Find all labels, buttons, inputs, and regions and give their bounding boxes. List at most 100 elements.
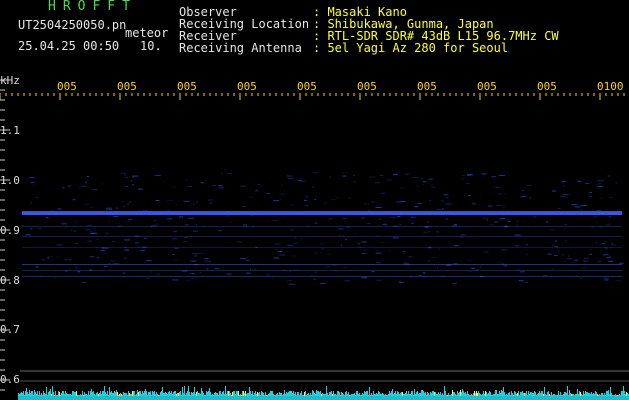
noise-floor-spike <box>412 391 413 396</box>
noise-speck <box>376 268 379 270</box>
noise-speck <box>599 226 603 228</box>
noise-speck <box>519 271 525 273</box>
noise-floor-spike <box>111 391 112 396</box>
noise-speck <box>499 261 502 263</box>
noise-floor-spike <box>26 388 27 396</box>
noise-floor-spike <box>546 395 547 396</box>
noise-speck <box>480 266 482 268</box>
noise-floor-spike <box>435 392 436 396</box>
noise-floor-spike <box>135 395 136 396</box>
noise-floor-spike <box>304 392 305 396</box>
faint-line <box>22 276 622 277</box>
noise-speck <box>185 179 187 181</box>
noise-speck <box>596 242 598 244</box>
noise-floor-spike <box>493 394 494 396</box>
noise-speck <box>429 199 431 201</box>
noise-floor-spike <box>312 390 313 396</box>
noise-floor-spike <box>371 393 372 396</box>
noise-speck <box>546 221 549 223</box>
noise-speck <box>124 174 126 176</box>
noise-speck <box>417 203 423 205</box>
noise-speck <box>448 209 450 211</box>
noise-speck <box>146 231 153 233</box>
noise-speck <box>78 186 80 188</box>
noise-speck <box>399 280 402 282</box>
noise-floor-spike <box>403 394 404 396</box>
noise-speck <box>362 217 365 219</box>
noise-floor-spike <box>461 392 462 396</box>
noise-speck <box>551 245 555 247</box>
noise-floor-spike <box>593 393 594 396</box>
noise-speck <box>611 244 617 246</box>
noise-speck <box>282 269 288 271</box>
noise-speck <box>504 193 506 195</box>
noise-floor-spike <box>141 394 142 396</box>
noise-speck <box>408 256 413 258</box>
noise-floor-spike <box>169 391 170 396</box>
noise-floor-spike <box>94 394 95 396</box>
noise-speck <box>386 179 393 181</box>
noise-speck <box>87 224 93 226</box>
noise-speck <box>83 203 90 205</box>
noise-floor-spike <box>535 392 536 396</box>
noise-floor-spike <box>570 393 571 396</box>
noise-floor-spike <box>39 391 40 396</box>
noise-speck <box>606 256 612 258</box>
noise-speck <box>134 242 139 244</box>
noise-floor-spike <box>242 391 243 396</box>
noise-speck <box>91 189 98 191</box>
noise-speck <box>571 204 578 206</box>
noise-speck <box>431 257 438 259</box>
noise-floor-spike <box>178 393 179 396</box>
noise-speck <box>175 204 177 206</box>
noise-floor-spike <box>183 393 184 396</box>
noise-speck <box>254 268 257 270</box>
noise-speck <box>443 194 449 196</box>
noise-speck <box>250 214 255 216</box>
noise-floor-spike <box>216 393 217 396</box>
noise-speck <box>294 269 301 271</box>
noise-speck <box>424 226 431 228</box>
noise-speck <box>547 253 552 255</box>
noise-speck <box>155 273 161 275</box>
noise-speck <box>97 238 99 240</box>
noise-speck <box>125 176 129 178</box>
noise-floor-spike <box>64 394 65 396</box>
noise-floor-spike <box>82 391 83 396</box>
noise-speck <box>283 216 285 218</box>
noise-speck <box>328 218 333 220</box>
noise-speck <box>563 260 567 262</box>
noise-floor-spike <box>437 394 438 396</box>
noise-floor-spike <box>23 391 24 396</box>
noise-speck <box>555 246 559 248</box>
noise-floor-spike <box>620 395 621 396</box>
noise-speck <box>174 247 179 249</box>
noise-floor-spike <box>526 391 527 396</box>
noise-floor-spike <box>330 392 331 396</box>
noise-floor-spike <box>386 395 387 396</box>
noise-floor-spike <box>139 391 140 396</box>
noise-speck <box>526 254 528 256</box>
noise-floor-spike <box>170 393 171 396</box>
noise-floor-spike <box>84 392 85 396</box>
noise-speck <box>144 237 148 239</box>
noise-floor-spike <box>261 391 262 396</box>
noise-floor-spike <box>59 392 60 396</box>
noise-floor-spike <box>588 393 589 396</box>
noise-speck <box>218 185 224 187</box>
noise-speck <box>364 249 366 251</box>
noise-floor-spike <box>346 391 347 396</box>
noise-floor-spike <box>341 392 342 396</box>
noise-floor-spike <box>215 392 216 396</box>
noise-speck <box>342 217 347 219</box>
noise-floor-spike <box>270 391 271 396</box>
noise-speck <box>339 234 342 236</box>
noise-floor-spike <box>545 394 546 396</box>
noise-floor-spike <box>284 390 285 396</box>
noise-floor-spike <box>537 394 538 396</box>
noise-speck <box>125 185 129 187</box>
noise-speck <box>310 201 312 203</box>
noise-floor-spike <box>572 394 573 396</box>
noise-floor-spike <box>115 392 116 396</box>
noise-floor-spike <box>103 391 104 396</box>
